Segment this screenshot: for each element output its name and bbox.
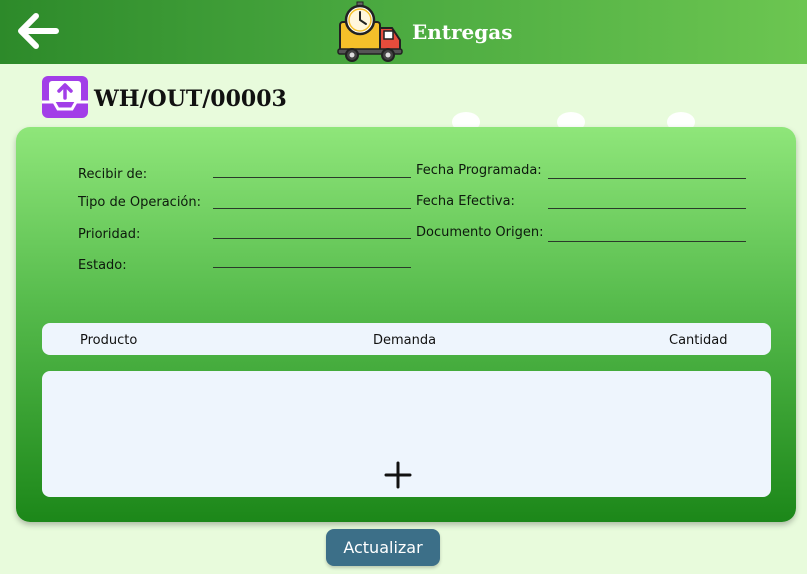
effective-date-label: Fecha Efectiva: <box>416 194 515 209</box>
operation-type-field[interactable] <box>213 208 411 209</box>
plus-icon[interactable] <box>384 461 412 489</box>
document-reference: WH/OUT/00003 <box>94 86 287 112</box>
update-button[interactable]: Actualizar <box>326 529 440 566</box>
products-table-header: Producto Demanda Cantidad <box>42 323 771 355</box>
scheduled-date-label: Fecha Programada: <box>416 163 542 178</box>
effective-date-field[interactable] <box>548 208 746 209</box>
back-arrow-icon[interactable] <box>12 8 66 54</box>
status-label: Estado: <box>78 258 127 273</box>
source-document-label: Documento Origen: <box>416 225 544 240</box>
column-quantity: Cantidad <box>669 333 728 348</box>
scheduled-date-field[interactable] <box>548 178 746 179</box>
receive-from-field[interactable] <box>213 177 411 178</box>
column-demand: Demanda <box>373 333 437 348</box>
delivery-truck-clock-icon <box>336 0 404 62</box>
page-title: Entregas <box>412 20 513 44</box>
column-product: Producto <box>80 333 138 348</box>
receive-from-label: Recibir de: <box>78 167 148 182</box>
priority-label: Prioridad: <box>78 227 141 242</box>
status-field[interactable] <box>213 267 411 268</box>
top-bar: Entregas <box>0 0 807 64</box>
operation-type-label: Tipo de Operación: <box>78 195 201 210</box>
priority-field[interactable] <box>213 238 411 239</box>
outbox-upload-icon <box>40 74 90 120</box>
source-document-field[interactable] <box>548 241 746 242</box>
